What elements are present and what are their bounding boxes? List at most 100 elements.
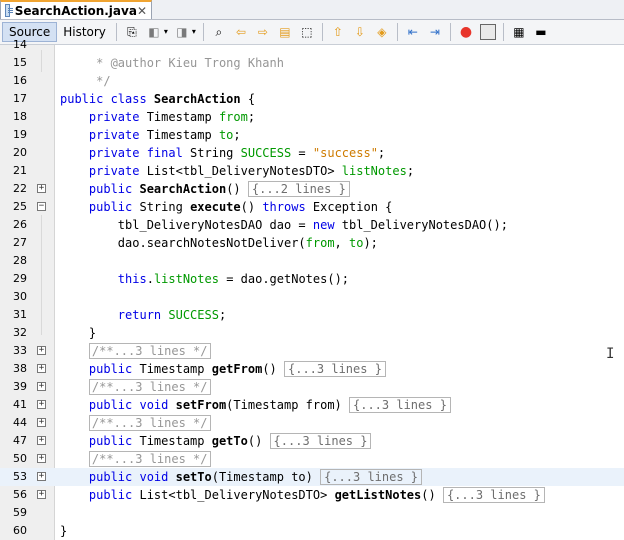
code-token: (Timestamp from) — [226, 398, 349, 412]
code-token: listNotes — [153, 272, 219, 286]
folded-code-block[interactable]: /**...3 lines */ — [88, 415, 211, 431]
expand-fold-icon[interactable]: + — [37, 454, 46, 463]
code-line[interactable]: 38 + public Timestamp getFrom() {...3 lin… — [0, 360, 624, 378]
line-number: 18 — [13, 110, 27, 123]
code-token: List<tbl_DeliveryNotesDTO> — [139, 488, 335, 502]
code-text: /**...3 lines */ — [60, 450, 211, 468]
code-line[interactable]: 32 } — [0, 324, 624, 342]
code-text: public void setTo(Timestamp to) {...3 li… — [60, 468, 423, 486]
line-number: 56 — [13, 488, 27, 501]
code-line[interactable]: 60} — [0, 522, 624, 540]
code-text: private List<tbl_DeliveryNotesDTO> listN… — [60, 162, 414, 180]
code-line[interactable]: 50 + /**...3 lines */ — [0, 450, 624, 468]
line-number: 41 — [13, 398, 27, 411]
folded-code-block[interactable]: {...2 lines } — [247, 181, 350, 197]
expand-fold-icon[interactable]: + — [37, 436, 46, 445]
code-token: String — [139, 200, 191, 214]
folded-code-block[interactable]: /**...3 lines */ — [88, 379, 211, 395]
line-number: 39 — [13, 380, 27, 393]
code-line[interactable]: 56 + public List<tbl_DeliveryNotesDTO> ge… — [0, 486, 624, 504]
folded-code-block[interactable]: {...3 lines } — [349, 397, 451, 413]
collapse-fold-icon[interactable]: − — [37, 202, 46, 211]
line-number: 50 — [13, 452, 27, 465]
code-line[interactable]: 28 — [0, 252, 624, 270]
code-text: */ — [60, 72, 111, 90]
folded-code-block[interactable]: /**...3 lines */ — [88, 343, 211, 359]
folded-code-block[interactable]: {...3 lines } — [269, 433, 372, 449]
tab-search-action-java[interactable]: SearchAction.java ✕ — [0, 0, 152, 19]
code-line[interactable]: 26 tbl_DeliveryNotesDAO dao = new tbl_De… — [0, 216, 624, 234]
code-line[interactable]: 19 private Timestamp to; — [0, 126, 624, 144]
code-token: Timestamp — [139, 362, 212, 376]
code-line[interactable]: 27 dao.searchNotesNotDeliver(from, to); — [0, 234, 624, 252]
code-line[interactable]: 30 — [0, 288, 624, 306]
code-text: public void setFrom(Timestamp from) {...… — [60, 396, 451, 414]
expand-fold-icon[interactable]: + — [37, 400, 46, 409]
line-number: 38 — [13, 362, 27, 375]
code-line[interactable]: 44 + /**...3 lines */ — [0, 414, 624, 432]
code-token: */ — [60, 74, 111, 88]
code-token: public — [60, 182, 140, 196]
code-token: () — [262, 362, 284, 376]
code-token: public — [60, 434, 140, 448]
code-line[interactable]: 47 + public Timestamp getTo() {...3 lines… — [0, 432, 624, 450]
expand-fold-icon[interactable]: + — [37, 418, 46, 427]
code-line[interactable]: 21 private List<tbl_DeliveryNotesDTO> li… — [0, 162, 624, 180]
folded-code-block[interactable]: {...3 lines } — [284, 361, 386, 377]
code-token: ; — [377, 146, 386, 160]
folded-code-block[interactable]: /**...3 lines */ — [88, 451, 211, 467]
expand-fold-icon[interactable]: + — [37, 184, 46, 193]
expand-fold-icon[interactable]: + — [37, 490, 46, 499]
code-text: tbl_DeliveryNotesDAO dao = new tbl_Deliv… — [60, 216, 508, 234]
line-number: 47 — [13, 434, 27, 447]
code-line[interactable]: 25 − public String execute() throws Excep… — [0, 198, 624, 216]
code-line[interactable]: 15 * @author Kieu Trong Khanh — [0, 54, 624, 72]
close-tab-icon[interactable]: ✕ — [137, 4, 147, 18]
code-line[interactable]: 31 return SUCCESS; — [0, 306, 624, 324]
code-token: ; — [247, 110, 256, 124]
expand-fold-icon[interactable]: + — [37, 346, 46, 355]
code-token: = — [291, 146, 313, 160]
folded-code-block[interactable]: {...3 lines } — [320, 469, 423, 485]
code-token: tbl_DeliveryNotesDAO dao = — [60, 218, 313, 232]
expand-fold-icon[interactable]: + — [37, 472, 46, 481]
code-token: return — [117, 308, 169, 322]
expand-fold-icon[interactable]: + — [37, 364, 46, 373]
code-token: Timestamp — [146, 128, 219, 142]
expand-fold-icon[interactable]: + — [37, 382, 46, 391]
code-text: public Timestamp getTo() {...3 lines } — [60, 432, 372, 450]
line-number: 14 — [13, 38, 27, 51]
line-number: 21 — [13, 164, 27, 177]
code-line[interactable]: 17 public class SearchAction { — [0, 90, 624, 108]
code-line[interactable]: 18 private Timestamp from; — [0, 108, 624, 126]
code-line[interactable]: 20 private final String SUCCESS = "succe… — [0, 144, 624, 162]
code-token: setFrom — [175, 398, 227, 412]
code-line[interactable]: 59 — [0, 504, 624, 522]
code-line[interactable]: 29 this.listNotes = dao.getNotes(); — [0, 270, 624, 288]
java-file-icon — [5, 4, 13, 17]
code-line[interactable]: 22 + public SearchAction() {...2 lines } — [0, 180, 624, 198]
code-line[interactable]: 33 + /**...3 lines */ — [0, 342, 624, 360]
code-token: SearchAction — [139, 182, 227, 196]
code-line[interactable]: 16 */ — [0, 72, 624, 90]
code-token: Exception { — [312, 200, 393, 214]
code-token: } — [60, 326, 97, 340]
code-token: ; — [233, 128, 241, 142]
code-line[interactable]: 39 + /**...3 lines */ — [0, 378, 624, 396]
code-token: () — [247, 434, 270, 448]
folded-code-block[interactable]: {...3 lines } — [442, 487, 545, 503]
code-text: public class SearchAction { — [60, 90, 255, 108]
code-text: this.listNotes = dao.getNotes(); — [60, 270, 349, 288]
code-text: public SearchAction() {...2 lines } — [60, 180, 350, 198]
code-token: public void — [60, 398, 176, 412]
code-token: { — [240, 92, 256, 106]
code-line[interactable]: 53 + public void setTo(Timestamp to) {...… — [0, 468, 624, 486]
code-line[interactable]: 41 + public void setFrom(Timestamp from) … — [0, 396, 624, 414]
code-line[interactable]: 14 — [0, 36, 624, 54]
